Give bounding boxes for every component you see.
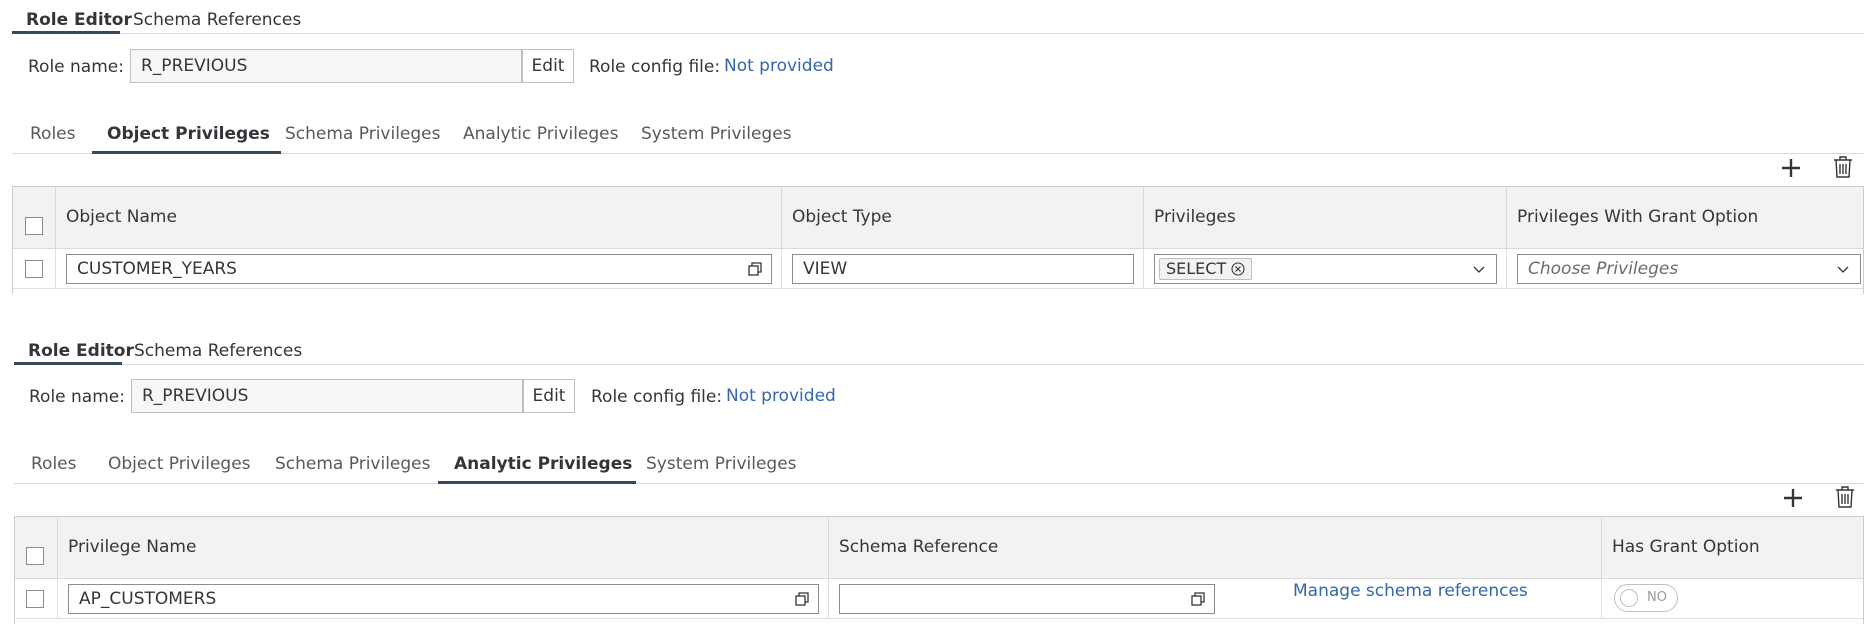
plus-icon[interactable]	[1782, 487, 1804, 509]
role-config-file-label: Role config file:	[589, 57, 721, 77]
grant-privileges-combobox[interactable]: Choose Privileges	[1517, 254, 1861, 284]
role-config-file-link[interactable]: Not provided	[726, 386, 836, 406]
edit-button[interactable]: Edit	[523, 379, 575, 413]
role-editor-panel-1: Role Editor Schema References Role name:…	[0, 0, 1864, 300]
table-row: CUSTOMER_YEARS VIEW SELECT Choose Privil…	[13, 249, 1863, 289]
top-tab-bar: Role Editor Schema References	[12, 0, 1864, 34]
column-privilege-name: Privilege Name	[58, 517, 829, 579]
role-config-file-link[interactable]: Not provided	[724, 56, 834, 76]
tab-schema-privileges[interactable]: Schema Privileges	[285, 124, 441, 144]
plus-icon[interactable]	[1780, 157, 1802, 179]
tab-schema-references[interactable]: Schema References	[134, 341, 302, 361]
row-checkbox[interactable]	[26, 590, 44, 608]
table-row: AP_CUSTOMERS Manage schema references NO	[15, 579, 1863, 619]
select-all-header	[13, 187, 56, 249]
value-help-icon[interactable]	[1190, 591, 1206, 607]
tab-analytic-privileges[interactable]: Analytic Privileges	[454, 454, 632, 474]
value-help-icon[interactable]	[747, 261, 763, 277]
role-name-label: Role name:	[29, 387, 125, 407]
manage-schema-references-link[interactable]: Manage schema references	[1293, 581, 1528, 601]
role-config-file-label: Role config file:	[591, 387, 723, 407]
table-header: Privilege Name Schema Reference Has Gran…	[15, 517, 1863, 579]
switch-knob	[1620, 589, 1638, 607]
column-object-name: Object Name	[56, 187, 782, 249]
column-grant-option: Privileges With Grant Option	[1517, 207, 1759, 227]
select-all-header	[15, 517, 58, 579]
select-all-checkbox[interactable]	[26, 547, 44, 565]
trash-icon[interactable]	[1834, 485, 1856, 509]
tab-roles[interactable]: Roles	[31, 454, 77, 474]
tab-roles[interactable]: Roles	[30, 124, 76, 144]
column-has-grant-option: Has Grant Option	[1612, 537, 1760, 557]
chevron-down-icon[interactable]	[1472, 262, 1486, 276]
chevron-down-icon[interactable]	[1836, 262, 1850, 276]
tab-schema-references[interactable]: Schema References	[133, 10, 301, 30]
tab-schema-privileges[interactable]: Schema Privileges	[275, 454, 431, 474]
circle-x-icon[interactable]	[1231, 262, 1245, 276]
top-tab-bar: Role Editor Schema References	[14, 331, 1864, 365]
has-grant-option-switch[interactable]: NO	[1614, 584, 1678, 612]
trash-icon[interactable]	[1832, 155, 1854, 179]
active-tab-indicator	[12, 31, 120, 34]
tab-object-privileges[interactable]: Object Privileges	[107, 124, 270, 144]
tab-system-privileges[interactable]: System Privileges	[641, 124, 792, 144]
privilege-tab-bar: Roles Object Privileges Schema Privilege…	[12, 118, 1864, 154]
edit-button[interactable]: Edit	[522, 49, 574, 83]
privilege-name-input[interactable]: AP_CUSTOMERS	[68, 584, 819, 614]
value-help-icon[interactable]	[794, 591, 810, 607]
privilege-token[interactable]: SELECT	[1159, 258, 1253, 280]
active-subtab-indicator	[92, 151, 281, 154]
schema-reference-input[interactable]	[839, 584, 1215, 614]
switch-state-label: NO	[1647, 590, 1667, 605]
privileges-multicombobox[interactable]: SELECT	[1154, 254, 1497, 284]
object-type-input[interactable]: VIEW	[792, 254, 1134, 284]
role-name-field: R_PREVIOUS	[130, 49, 522, 83]
object-privileges-table: Object Name Object Type Privileges Privi…	[12, 186, 1864, 294]
tab-system-privileges[interactable]: System Privileges	[646, 454, 797, 474]
row-checkbox[interactable]	[25, 260, 43, 278]
analytic-privileges-table: Privilege Name Schema Reference Has Gran…	[14, 516, 1864, 624]
tab-analytic-privileges[interactable]: Analytic Privileges	[463, 124, 618, 144]
role-editor-panel-2: Role Editor Schema References Role name:…	[0, 331, 1864, 631]
tab-object-privileges[interactable]: Object Privileges	[108, 454, 251, 474]
column-schema-reference: Schema Reference	[829, 517, 1602, 579]
role-name-field: R_PREVIOUS	[131, 379, 523, 413]
active-tab-indicator	[14, 362, 122, 365]
table-header: Object Name Object Type Privileges Privi…	[13, 187, 1863, 249]
tab-role-editor[interactable]: Role Editor	[28, 341, 134, 361]
select-all-checkbox[interactable]	[25, 217, 43, 235]
role-name-label: Role name:	[28, 57, 124, 77]
tab-role-editor[interactable]: Role Editor	[26, 10, 132, 30]
object-name-input[interactable]: CUSTOMER_YEARS	[66, 254, 772, 284]
active-subtab-indicator	[438, 481, 636, 484]
privilege-tab-bar: Roles Object Privileges Schema Privilege…	[14, 448, 1864, 484]
column-object-type: Object Type	[782, 187, 1144, 249]
column-privileges: Privileges	[1144, 187, 1507, 249]
